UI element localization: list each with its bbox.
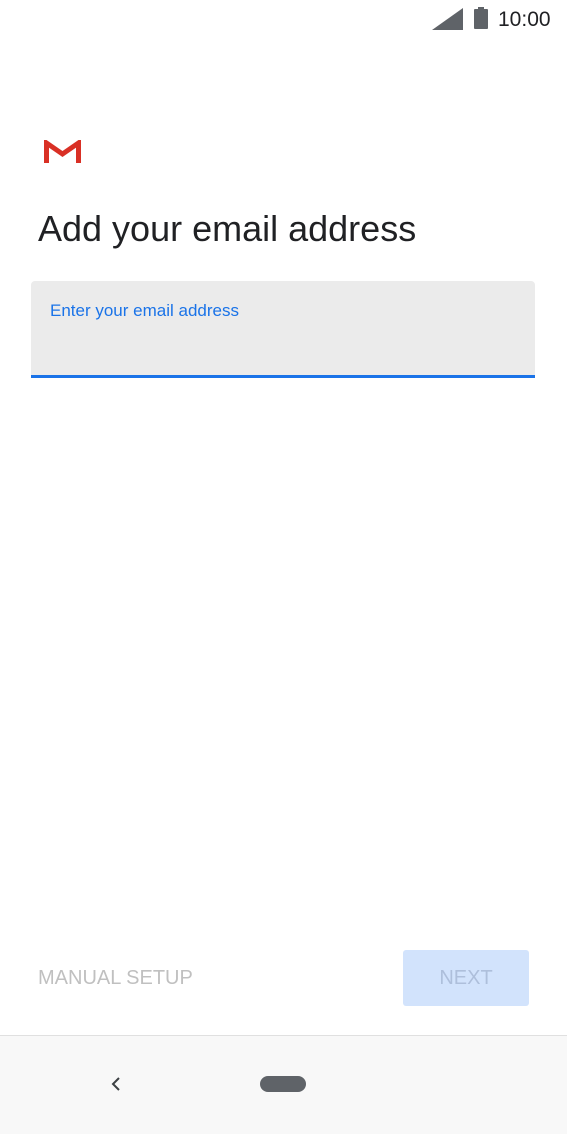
email-input[interactable] <box>50 329 510 359</box>
home-button[interactable] <box>260 1076 306 1092</box>
email-field-label: Enter your email address <box>50 301 239 320</box>
signal-icon <box>432 8 463 30</box>
status-time: 10:00 <box>498 8 551 31</box>
back-icon[interactable] <box>108 1073 124 1095</box>
manual-setup-button[interactable]: MANUAL SETUP <box>38 964 193 992</box>
nav-bar <box>0 1036 567 1134</box>
email-field[interactable]: Enter your email address <box>31 281 535 378</box>
gmail-logo <box>44 140 81 163</box>
battery-icon <box>474 7 488 29</box>
next-button[interactable]: NEXT <box>403 950 529 1006</box>
status-bar: 10:00 <box>0 0 567 42</box>
page-title: Add your email address <box>38 208 417 249</box>
